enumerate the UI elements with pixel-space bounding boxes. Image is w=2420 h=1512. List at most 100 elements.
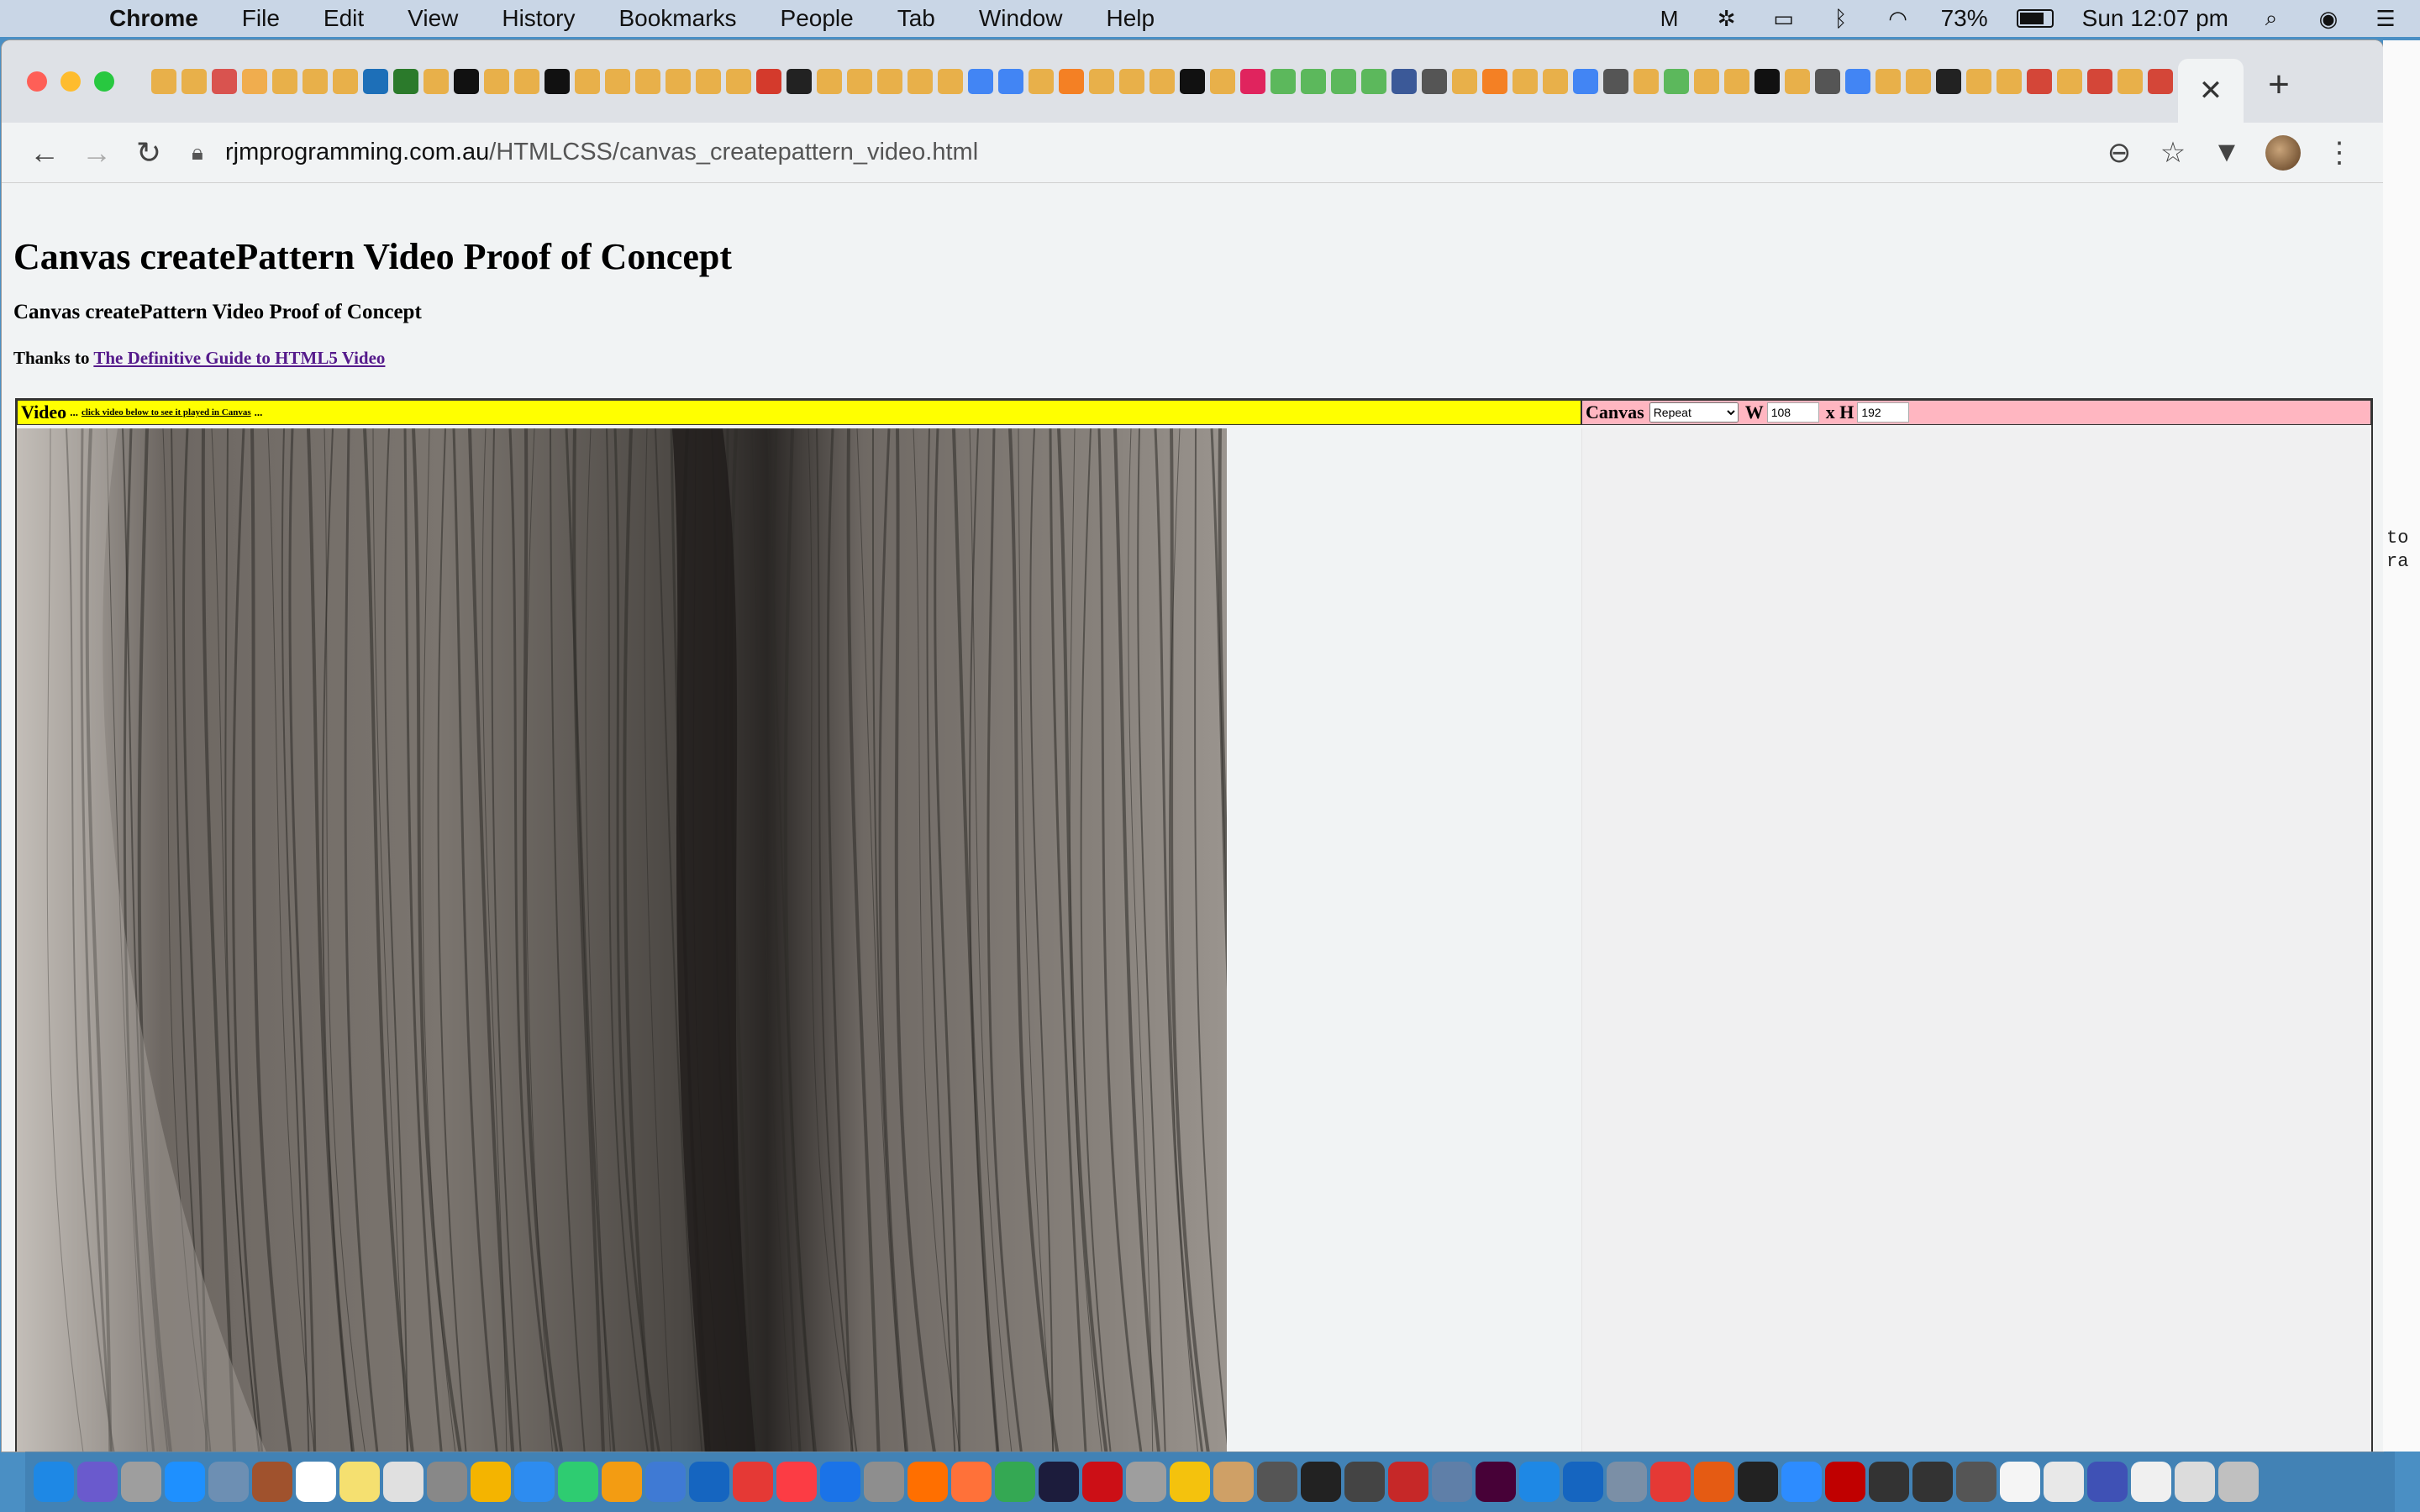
html5-video-guide-link[interactable]: The Definitive Guide to HTML5 Video bbox=[93, 348, 385, 368]
tab-favicon[interactable] bbox=[908, 69, 933, 94]
tab-favicon[interactable] bbox=[1210, 69, 1235, 94]
tab-favicon[interactable] bbox=[2148, 69, 2173, 94]
video-player[interactable] bbox=[17, 428, 1227, 1452]
tab-favicon[interactable] bbox=[2087, 69, 2112, 94]
tab-favicon[interactable] bbox=[1664, 69, 1689, 94]
extension-icon[interactable]: ▼ bbox=[2200, 129, 2254, 176]
menu-help[interactable]: Help bbox=[1106, 5, 1155, 32]
clock[interactable]: Sun 12:07 pm bbox=[2082, 5, 2228, 32]
dock-app-icon[interactable] bbox=[1694, 1462, 1734, 1502]
tab-favicon[interactable] bbox=[1543, 69, 1568, 94]
active-tab-close-icon[interactable]: ✕ bbox=[2178, 59, 2244, 123]
dock-app-icon[interactable] bbox=[2000, 1462, 2040, 1502]
dock-app-icon[interactable] bbox=[77, 1462, 118, 1502]
battery-icon[interactable] bbox=[2016, 9, 2054, 28]
play-in-canvas-link[interactable]: click video below to see it played in Ca… bbox=[82, 407, 251, 417]
tab-favicon[interactable] bbox=[1240, 69, 1265, 94]
width-input[interactable] bbox=[1766, 402, 1819, 423]
dock-app-icon[interactable] bbox=[34, 1462, 74, 1502]
tab-favicon[interactable] bbox=[514, 69, 539, 94]
tab-favicon[interactable] bbox=[1603, 69, 1628, 94]
tab-favicon[interactable] bbox=[1482, 69, 1507, 94]
dock-app-icon[interactable] bbox=[1301, 1462, 1341, 1502]
tab-favicon[interactable] bbox=[1452, 69, 1477, 94]
tab-favicon[interactable] bbox=[1785, 69, 1810, 94]
dock-app-icon[interactable] bbox=[1650, 1462, 1691, 1502]
dock-app-icon[interactable] bbox=[1170, 1462, 1210, 1502]
menu-tab[interactable]: Tab bbox=[897, 5, 935, 32]
dock-app-icon[interactable] bbox=[689, 1462, 729, 1502]
dock-app-icon[interactable] bbox=[908, 1462, 948, 1502]
tab-favicon[interactable] bbox=[635, 69, 660, 94]
dock-app-icon[interactable] bbox=[2087, 1462, 2128, 1502]
dock-app-icon[interactable] bbox=[1738, 1462, 1778, 1502]
new-tab-button[interactable]: + bbox=[2254, 64, 2304, 106]
malwarebytes-icon[interactable]: M bbox=[1655, 6, 1684, 31]
dock-app-icon[interactable] bbox=[602, 1462, 642, 1502]
dock-app-icon[interactable] bbox=[1607, 1462, 1647, 1502]
dock-app-icon[interactable] bbox=[1825, 1462, 1865, 1502]
dock-app-icon[interactable] bbox=[1956, 1462, 1996, 1502]
dock-app-icon[interactable] bbox=[296, 1462, 336, 1502]
reload-button[interactable]: ↻ bbox=[123, 129, 175, 176]
dock-app-icon[interactable] bbox=[121, 1462, 161, 1502]
menu-edit[interactable]: Edit bbox=[324, 5, 364, 32]
tab-favicon[interactable] bbox=[575, 69, 600, 94]
dock-app-icon[interactable] bbox=[1912, 1462, 1953, 1502]
dock-app-icon[interactable] bbox=[995, 1462, 1035, 1502]
dock-app-icon[interactable] bbox=[1039, 1462, 1079, 1502]
tab-favicon[interactable] bbox=[1512, 69, 1538, 94]
tab-favicon[interactable] bbox=[817, 69, 842, 94]
tab-favicon[interactable] bbox=[1876, 69, 1901, 94]
tab-favicon[interactable] bbox=[182, 69, 207, 94]
dock-app-icon[interactable] bbox=[427, 1462, 467, 1502]
pattern-canvas[interactable] bbox=[1581, 428, 2371, 1452]
dock-app-icon[interactable] bbox=[1213, 1462, 1254, 1502]
dock-app-icon[interactable] bbox=[252, 1462, 292, 1502]
menu-bookmarks[interactable]: Bookmarks bbox=[618, 5, 736, 32]
tab-favicon[interactable] bbox=[454, 69, 479, 94]
dock-app-icon[interactable] bbox=[1563, 1462, 1603, 1502]
menu-file[interactable]: File bbox=[242, 5, 280, 32]
tab-favicon[interactable] bbox=[1392, 69, 1417, 94]
tab-favicon[interactable] bbox=[1089, 69, 1114, 94]
airplay-icon[interactable]: ▭ bbox=[1770, 6, 1798, 31]
dock-app-icon[interactable] bbox=[820, 1462, 860, 1502]
dock-app-icon[interactable] bbox=[1126, 1462, 1166, 1502]
menu-view[interactable]: View bbox=[408, 5, 458, 32]
menu-history[interactable]: History bbox=[502, 5, 575, 32]
dock-app-icon[interactable] bbox=[514, 1462, 555, 1502]
more-menu-icon[interactable]: ⋮ bbox=[2312, 129, 2366, 176]
spotlight-search-icon[interactable]: ⌕ bbox=[2257, 5, 2286, 31]
tab-favicon[interactable] bbox=[1270, 69, 1296, 94]
tab-favicon[interactable] bbox=[272, 69, 297, 94]
dock-app-icon[interactable] bbox=[2044, 1462, 2084, 1502]
gear-sync-icon[interactable]: ✲ bbox=[1712, 6, 1741, 31]
bookmark-star-icon[interactable]: ☆ bbox=[2146, 129, 2200, 176]
tab-favicon[interactable] bbox=[333, 69, 358, 94]
menu-people[interactable]: People bbox=[781, 5, 854, 32]
profile-avatar[interactable] bbox=[2265, 134, 2301, 171]
tab-favicon[interactable] bbox=[1150, 69, 1175, 94]
dock-app-icon[interactable] bbox=[733, 1462, 773, 1502]
tab-favicon[interactable] bbox=[363, 69, 388, 94]
tab-favicon[interactable] bbox=[151, 69, 176, 94]
tab-favicon[interactable] bbox=[1634, 69, 1659, 94]
tab-favicon[interactable] bbox=[2027, 69, 2052, 94]
tab-favicon[interactable] bbox=[1422, 69, 1447, 94]
tab-favicon[interactable] bbox=[938, 69, 963, 94]
tab-favicon[interactable] bbox=[1906, 69, 1931, 94]
dock-app-icon[interactable] bbox=[1432, 1462, 1472, 1502]
dock-app-icon[interactable] bbox=[558, 1462, 598, 1502]
dock-app-icon[interactable] bbox=[208, 1462, 249, 1502]
pattern-repeat-select[interactable]: Repeat bbox=[1649, 402, 1739, 423]
dock-app-icon[interactable] bbox=[1344, 1462, 1385, 1502]
dock-app-icon[interactable] bbox=[471, 1462, 511, 1502]
tab-favicon[interactable] bbox=[1059, 69, 1084, 94]
tab-favicon[interactable] bbox=[786, 69, 812, 94]
tab-favicon[interactable] bbox=[726, 69, 751, 94]
dock-app-icon[interactable] bbox=[1781, 1462, 1822, 1502]
dock-app-icon[interactable] bbox=[864, 1462, 904, 1502]
tab-favicon[interactable] bbox=[393, 69, 418, 94]
dock-app-icon[interactable] bbox=[1869, 1462, 1909, 1502]
